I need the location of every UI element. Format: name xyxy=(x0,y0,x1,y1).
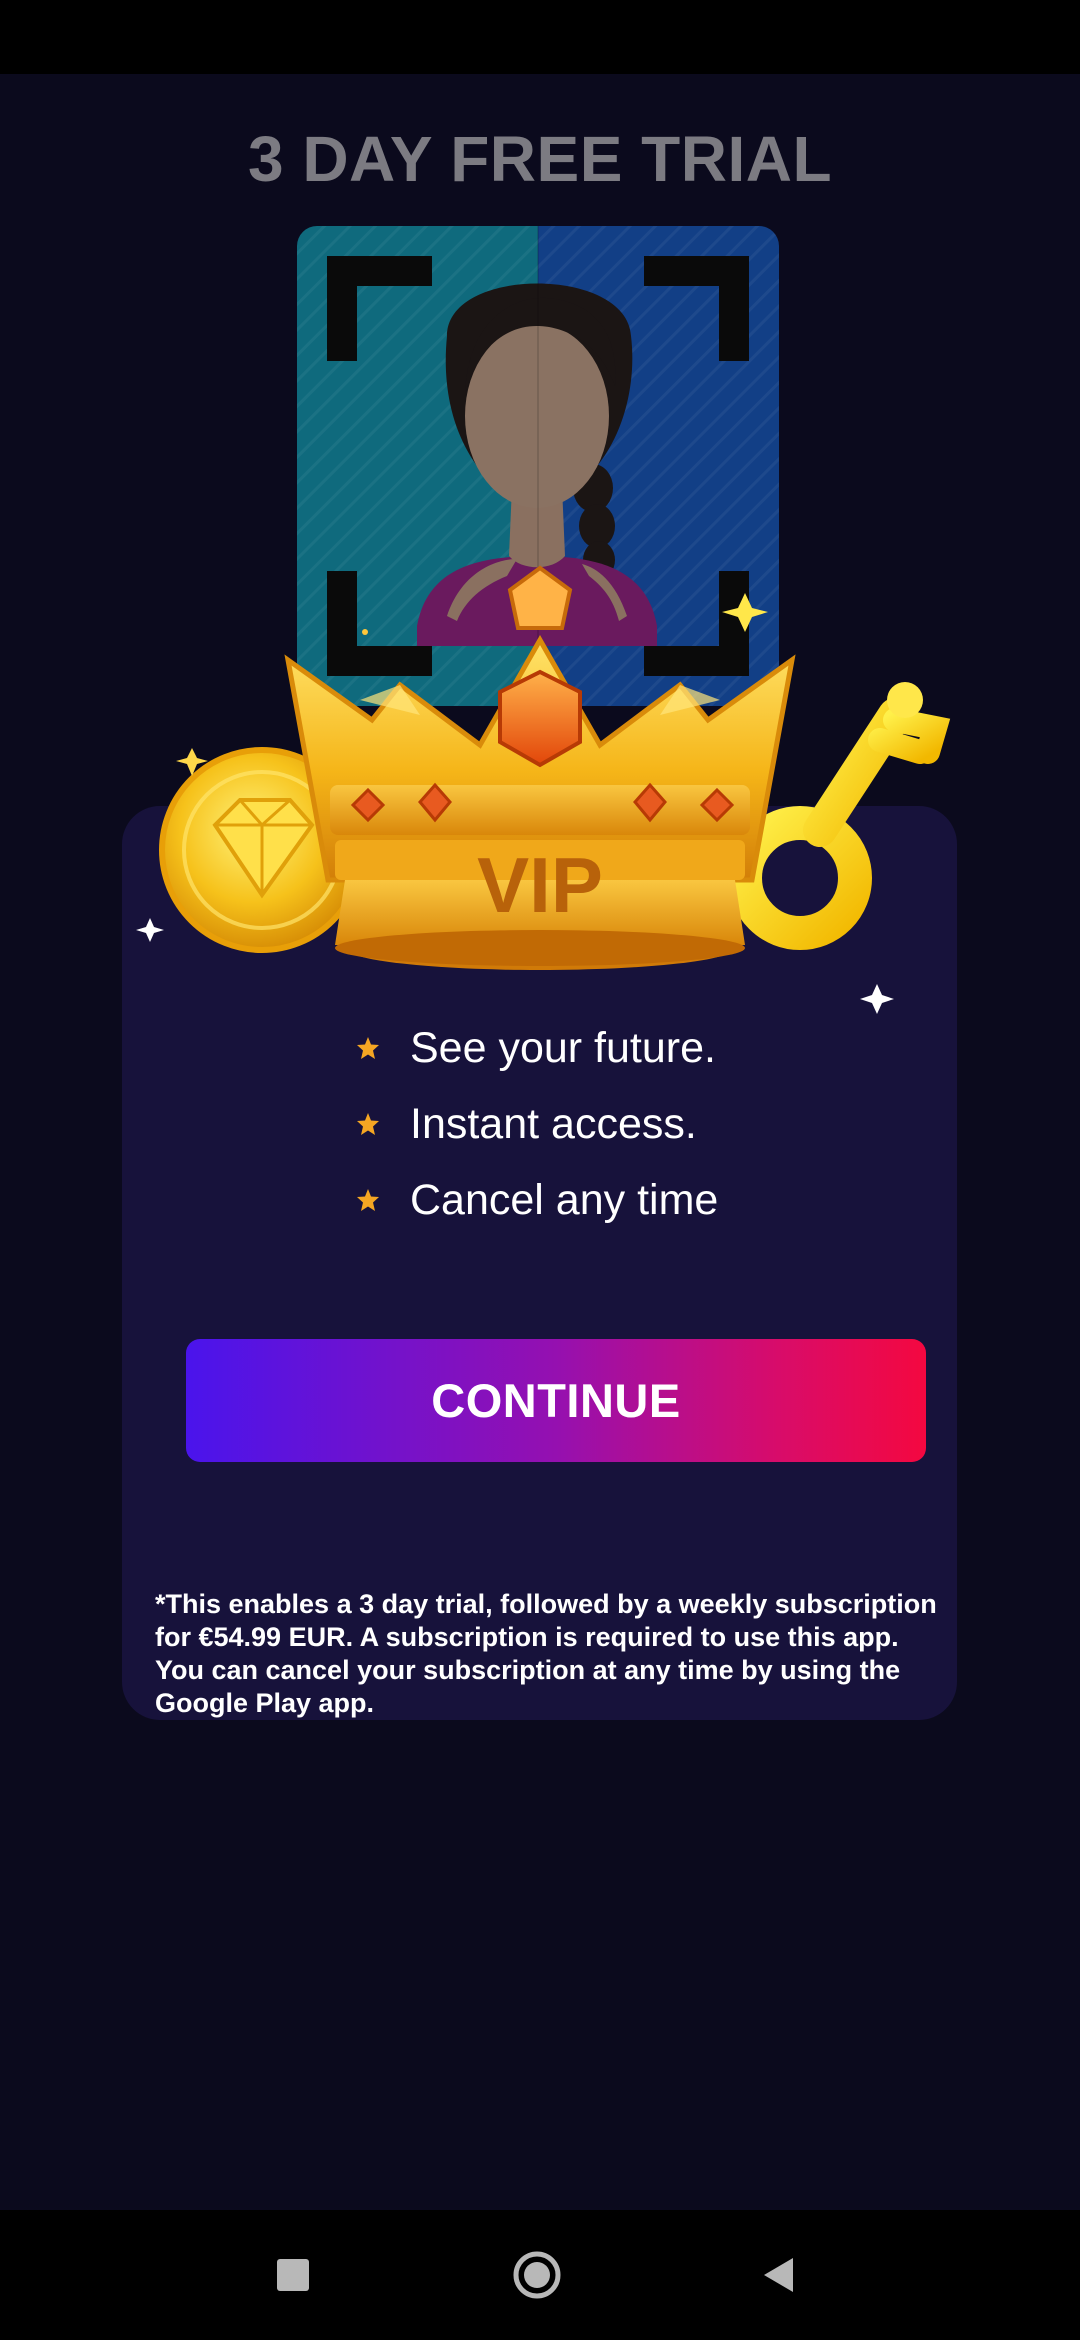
feature-item: Instant access. xyxy=(356,1086,916,1162)
feature-label: Instant access. xyxy=(410,1099,697,1148)
star-icon xyxy=(357,1189,379,1211)
home-button[interactable] xyxy=(477,2210,597,2340)
feature-item: Cancel any time xyxy=(356,1162,916,1238)
back-triangle-icon xyxy=(764,2258,793,2292)
star-icon xyxy=(357,1113,379,1135)
recents-button[interactable] xyxy=(233,2210,353,2340)
feature-label: See your future. xyxy=(410,1023,716,1072)
continue-button[interactable]: CONTINUE xyxy=(186,1339,926,1462)
portrait-scan-image xyxy=(297,226,779,706)
subscription-disclaimer: *This enables a 3 day trial, followed by… xyxy=(155,1589,937,1718)
feature-label: Cancel any time xyxy=(410,1175,719,1224)
feature-item: See your future. xyxy=(356,1010,916,1086)
star-icon xyxy=(357,1037,379,1059)
feature-list: See your future. Instant access. Cancel … xyxy=(356,1010,916,1238)
page-title: 3 DAY FREE TRIAL xyxy=(247,123,833,195)
back-button[interactable] xyxy=(718,2210,838,2340)
recents-square-icon xyxy=(277,2259,309,2291)
continue-button-label: CONTINUE xyxy=(431,1374,681,1427)
home-circle-icon xyxy=(513,2251,561,2299)
system-navigation-bar xyxy=(0,2210,1080,2340)
offer-panel xyxy=(122,806,957,1720)
status-bar xyxy=(0,0,1080,74)
